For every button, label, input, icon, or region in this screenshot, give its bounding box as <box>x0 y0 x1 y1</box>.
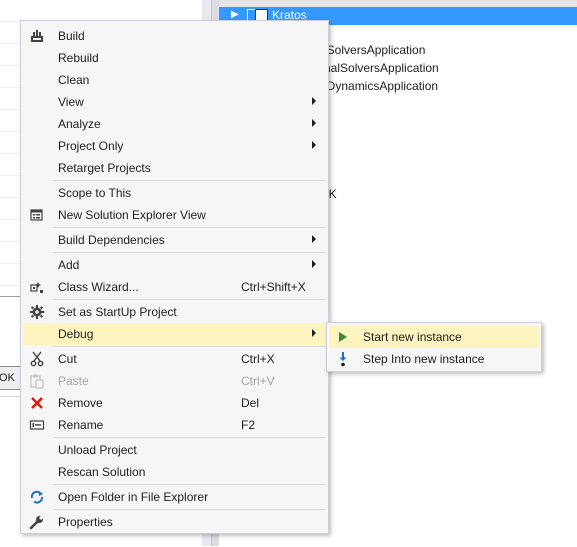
menu-item-label: Paste <box>58 374 89 388</box>
menu-separator <box>53 252 325 253</box>
submenu-arrow-icon <box>312 97 316 105</box>
menu-item-shortcut: Ctrl+X <box>241 352 275 366</box>
grid-row <box>0 0 202 22</box>
menu-item-label: Properties <box>58 515 113 529</box>
scissors-icon <box>29 351 45 367</box>
menu-item-view[interactable]: View <box>23 91 326 113</box>
menu-item-label: Rebuild <box>58 51 99 65</box>
gear-icon <box>29 304 45 320</box>
menu-item-label: Rename <box>58 418 104 432</box>
menu-item-shortcut: F2 <box>241 418 256 432</box>
wrench-icon <box>29 514 45 530</box>
menu-item-label: Cut <box>58 352 77 366</box>
menu-item-new-solution-explorer-view[interactable]: New Solution Explorer View <box>23 204 326 226</box>
menu-item-label: Build Dependencies <box>58 233 165 247</box>
menu-item-label: Retarget Projects <box>58 161 151 175</box>
menu-item-label: Rescan Solution <box>58 465 146 479</box>
menu-separator <box>53 227 325 228</box>
step-into-icon <box>336 351 350 367</box>
context-menu: Build Rebuild Clean View Analyze Project… <box>20 20 329 534</box>
tree-node-label[interactable]: dDynamicsApplication <box>320 79 438 93</box>
new-view-icon <box>29 207 45 223</box>
menu-item-label: Build <box>58 29 85 43</box>
menu-separator <box>53 180 325 181</box>
submenu-arrow-icon <box>312 119 316 127</box>
menu-item-label: Class Wizard... <box>58 280 139 294</box>
menu-item-label: Scope to This <box>58 186 132 200</box>
menu-item-scope-to-this[interactable]: Scope to This <box>23 182 326 204</box>
menu-item-add[interactable]: Add <box>23 254 326 276</box>
menu-item-label: Unload Project <box>58 443 137 457</box>
menu-item-shortcut: Ctrl+Shift+X <box>241 280 306 294</box>
menu-item-label: Remove <box>58 396 103 410</box>
menu-item-label: Analyze <box>58 117 101 131</box>
remove-icon <box>29 395 45 411</box>
menu-item-label: Debug <box>58 327 94 341</box>
expand-arrow-icon[interactable]: ▶ <box>231 9 239 20</box>
menu-item-cut[interactable]: Cut Ctrl+X <box>23 348 326 370</box>
menu-item-label: View <box>58 95 84 109</box>
tree-node-label[interactable]: rnalSolversApplication <box>320 61 439 75</box>
menu-item-start-new-instance[interactable]: Start new instance <box>329 326 539 348</box>
menu-item-clean[interactable]: Clean <box>23 69 326 91</box>
submenu-arrow-icon <box>312 260 316 268</box>
ok-button[interactable]: OK <box>0 366 21 390</box>
rename-icon <box>29 417 45 433</box>
menu-item-class-wizard[interactable]: Class Wizard... Ctrl+Shift+X <box>23 276 326 298</box>
menu-item-rescan-solution[interactable]: Rescan Solution <box>23 461 326 483</box>
menu-item-properties[interactable]: Properties <box>23 511 326 533</box>
menu-item-project-only[interactable]: Project Only <box>23 135 326 157</box>
menu-item-label: Add <box>58 258 80 272</box>
menu-item-step-into-new-instance[interactable]: Step Into new instance <box>329 348 539 370</box>
debug-submenu: Start new instance Step Into new instanc… <box>326 322 542 372</box>
menu-item-label: Step Into new instance <box>363 352 485 366</box>
submenu-arrow-icon <box>312 141 316 149</box>
menu-separator <box>53 346 325 347</box>
menu-item-label: Set as StartUp Project <box>58 305 177 319</box>
menu-item-rename[interactable]: Rename F2 <box>23 414 326 436</box>
menu-item-label: Clean <box>58 73 90 87</box>
menu-item-remove[interactable]: Remove Del <box>23 392 326 414</box>
menu-separator <box>53 509 325 510</box>
tree-header <box>219 0 577 7</box>
menu-item-open-folder-in-file-explorer[interactable]: Open Folder in File Explorer <box>23 486 326 508</box>
refresh-folder-icon <box>29 489 45 505</box>
menu-item-label: Start new instance <box>363 330 462 344</box>
menu-item-paste[interactable]: Paste Ctrl+V <box>23 370 326 392</box>
menu-item-build[interactable]: Build <box>23 25 326 47</box>
menu-item-analyze[interactable]: Analyze <box>23 113 326 135</box>
paste-icon <box>29 373 45 389</box>
menu-item-shortcut: Ctrl+V <box>241 374 275 388</box>
menu-item-label: Project Only <box>58 139 124 153</box>
menu-separator <box>53 437 325 438</box>
class-wizard-icon <box>29 279 45 295</box>
menu-item-retarget-projects[interactable]: Retarget Projects <box>23 157 326 179</box>
menu-item-label: Open Folder in File Explorer <box>58 490 209 504</box>
menu-separator <box>53 299 325 300</box>
menu-item-debug[interactable]: Debug <box>23 323 326 345</box>
submenu-arrow-icon <box>312 329 316 337</box>
menu-item-set-as-startup-project[interactable]: Set as StartUp Project <box>23 301 326 323</box>
menu-item-label: New Solution Explorer View <box>58 208 206 222</box>
menu-item-shortcut: Del <box>241 396 260 410</box>
tree-node-label[interactable]: nSolversApplication <box>320 43 425 57</box>
menu-item-rebuild[interactable]: Rebuild <box>23 47 326 69</box>
menu-separator <box>53 484 325 485</box>
build-icon <box>29 28 45 44</box>
submenu-arrow-icon <box>312 235 316 243</box>
menu-item-build-dependencies[interactable]: Build Dependencies <box>23 229 326 251</box>
play-icon <box>336 329 350 345</box>
menu-item-unload-project[interactable]: Unload Project <box>23 439 326 461</box>
